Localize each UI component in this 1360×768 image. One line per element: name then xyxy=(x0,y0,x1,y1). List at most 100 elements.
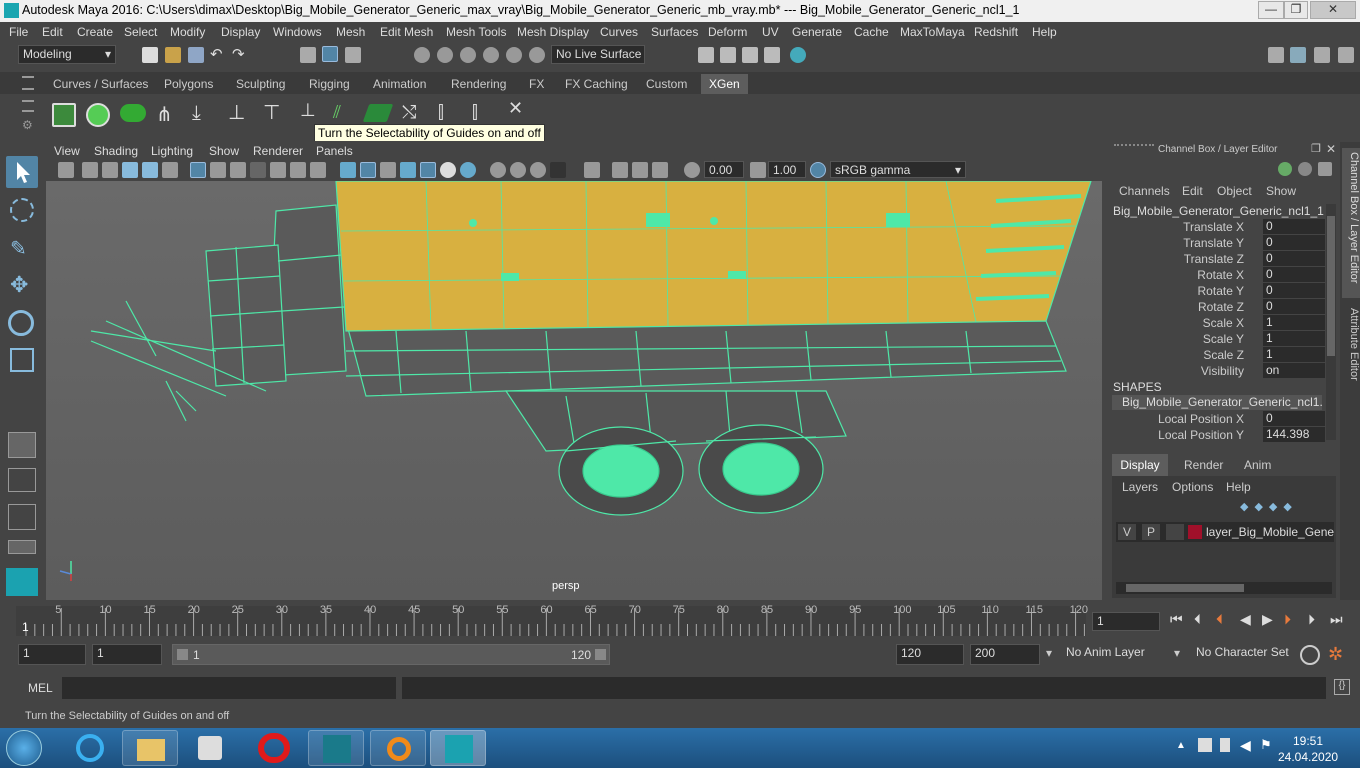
image-plane-icon[interactable] xyxy=(122,162,138,178)
shelf-tab-curves-surfaces[interactable]: Curves / Surfaces xyxy=(53,77,148,91)
mel-label[interactable]: MEL xyxy=(28,681,53,695)
shelf-tab-custom[interactable]: Custom xyxy=(646,77,687,91)
ie-icon[interactable] xyxy=(62,730,118,766)
help-menu[interactable]: Help xyxy=(1226,480,1251,494)
play-backwards-icon[interactable]: ◀ xyxy=(1240,611,1251,628)
volume-icon[interactable]: ◀ xyxy=(1240,737,1251,754)
grid-toggle-icon[interactable] xyxy=(190,162,206,178)
select-by-hierarchy-icon[interactable] xyxy=(300,47,316,63)
redo-icon[interactable]: ↷ xyxy=(232,45,245,63)
side-pane-icon[interactable] xyxy=(8,504,36,530)
maya-taskbar-icon[interactable] xyxy=(430,730,486,766)
object-menu[interactable]: Object xyxy=(1217,184,1252,198)
attr-label[interactable]: Scale X xyxy=(1203,316,1244,330)
open-scene-icon[interactable] xyxy=(165,47,181,63)
step-forward-key-icon[interactable]: ⏵ xyxy=(1284,611,1291,628)
attr-label[interactable]: Scale Y xyxy=(1203,332,1244,346)
side-tab-attribute-editor[interactable]: Attribute Editor xyxy=(1342,308,1360,398)
attr-value[interactable]: 1 xyxy=(1263,315,1325,330)
viewport-menu-lighting[interactable]: Lighting xyxy=(151,144,193,158)
attr-value[interactable]: 0 xyxy=(1263,219,1325,234)
hypershade-icon[interactable] xyxy=(790,47,806,63)
layers-menu[interactable]: Layers xyxy=(1122,480,1158,494)
viewport-menu-show[interactable]: Show xyxy=(209,144,239,158)
animation-end-field[interactable]: 200 xyxy=(970,644,1040,665)
shelf-tab-rendering[interactable]: Rendering xyxy=(451,77,506,91)
step-back-key-icon[interactable]: ⏴ xyxy=(1216,611,1223,628)
range-end-handle[interactable] xyxy=(595,649,606,660)
menu-cache[interactable]: Cache xyxy=(854,25,889,39)
attr-label[interactable]: Rotate X xyxy=(1197,268,1244,282)
perspective-viewport[interactable]: persp xyxy=(46,181,1102,600)
attr-label[interactable]: Translate X xyxy=(1183,220,1244,234)
use-all-lights-icon[interactable] xyxy=(420,162,436,178)
scrollbar-thumb[interactable] xyxy=(1327,216,1335,356)
menu-select[interactable]: Select xyxy=(124,25,157,39)
attr-label[interactable]: Rotate Y xyxy=(1198,284,1244,298)
range-bar[interactable]: 1 120 xyxy=(172,644,610,665)
anim-preferences-icon[interactable]: ✲ xyxy=(1328,644,1343,665)
resolution-gate-icon[interactable] xyxy=(230,162,246,178)
panel-grip-icon[interactable] xyxy=(1114,144,1154,154)
shelf-tab-polygons[interactable]: Polygons xyxy=(164,77,213,91)
snap-point-icon[interactable] xyxy=(460,47,476,63)
manipulator-icon[interactable] xyxy=(1278,162,1292,176)
maximize-button[interactable]: ❐ xyxy=(1284,1,1308,19)
layer-tab-render[interactable]: Render xyxy=(1184,458,1223,472)
depth-of-field-icon[interactable] xyxy=(530,162,546,178)
attr-value[interactable]: 0 xyxy=(1263,299,1325,314)
smooth-shade-icon[interactable] xyxy=(360,162,376,178)
attr-label[interactable]: Translate Y xyxy=(1183,236,1244,250)
wireframe-on-shaded-icon[interactable] xyxy=(380,162,396,178)
layout-side-icon[interactable] xyxy=(1314,47,1330,63)
maya-home-icon[interactable] xyxy=(6,568,38,596)
speed-icon[interactable] xyxy=(1298,162,1312,176)
range-start-handle[interactable] xyxy=(177,649,188,660)
step-back-icon[interactable]: ⏴ xyxy=(1194,611,1201,628)
shelf-options-icon[interactable] xyxy=(22,100,34,112)
battery-icon[interactable] xyxy=(1220,738,1230,752)
menu-maxtomaya[interactable]: MaxToMaya xyxy=(900,25,965,39)
minimize-button[interactable]: — xyxy=(1258,1,1284,19)
show-hidden-icons-icon[interactable]: ▲ xyxy=(1176,740,1186,751)
attr-value[interactable]: 0 xyxy=(1263,267,1325,282)
channel-scrollbar[interactable] xyxy=(1326,204,1336,440)
move-tool-icon[interactable]: ✥ xyxy=(10,274,34,298)
four-pane-icon[interactable] xyxy=(8,468,36,492)
isolate-select-icon[interactable] xyxy=(550,162,566,178)
safe-action-icon[interactable] xyxy=(290,162,306,178)
add-guide-icon[interactable]: ⊥ xyxy=(228,100,245,125)
layer-scrollbar[interactable] xyxy=(1116,582,1332,594)
chevron-down-icon[interactable]: ▾ xyxy=(1174,646,1180,660)
viewport-menu-view[interactable]: View xyxy=(54,144,80,158)
lasso-tool-icon[interactable] xyxy=(10,198,34,222)
playback-end-field[interactable]: 120 xyxy=(896,644,964,665)
film-gate-icon[interactable] xyxy=(210,162,226,178)
menu-curves[interactable]: Curves xyxy=(600,25,638,39)
menu-mesh[interactable]: Mesh xyxy=(336,25,365,39)
attr-value[interactable]: 0 xyxy=(1263,283,1325,298)
go-to-start-icon[interactable]: ⏮ xyxy=(1170,611,1183,628)
view-transform-dropdown[interactable]: sRGB gamma ▾ xyxy=(830,161,966,178)
guide-visibility-icon[interactable]: ⊤ xyxy=(263,100,280,125)
guide-delete-icon[interactable]: ✕ xyxy=(508,98,523,119)
gamma-icon[interactable] xyxy=(750,162,766,178)
xray-joints-icon[interactable] xyxy=(612,162,628,178)
layout-toggle-icon[interactable] xyxy=(1338,47,1354,63)
2d-pan-zoom-icon[interactable] xyxy=(142,162,158,178)
play-forwards-icon[interactable]: ▶ xyxy=(1262,611,1273,628)
mel-input[interactable] xyxy=(62,677,396,699)
menu-mesh-tools[interactable]: Mesh Tools xyxy=(446,25,506,39)
exposure-field[interactable]: 0.00 xyxy=(704,161,744,178)
bookmark-icon[interactable] xyxy=(102,162,118,178)
layer-display-type[interactable] xyxy=(1166,524,1184,540)
scrollbar-thumb[interactable] xyxy=(1126,584,1244,592)
rotate-tool-icon[interactable] xyxy=(8,310,34,336)
guide-curves-icon[interactable]: ⫽ xyxy=(333,102,341,123)
screen-space-ao-icon[interactable] xyxy=(460,162,476,178)
playback-start-field[interactable]: 1 xyxy=(92,644,162,665)
xgen-editor-icon[interactable] xyxy=(52,103,76,127)
textured-icon[interactable] xyxy=(400,162,416,178)
attr-value[interactable]: on xyxy=(1263,363,1325,378)
safe-title-icon[interactable] xyxy=(310,162,326,178)
